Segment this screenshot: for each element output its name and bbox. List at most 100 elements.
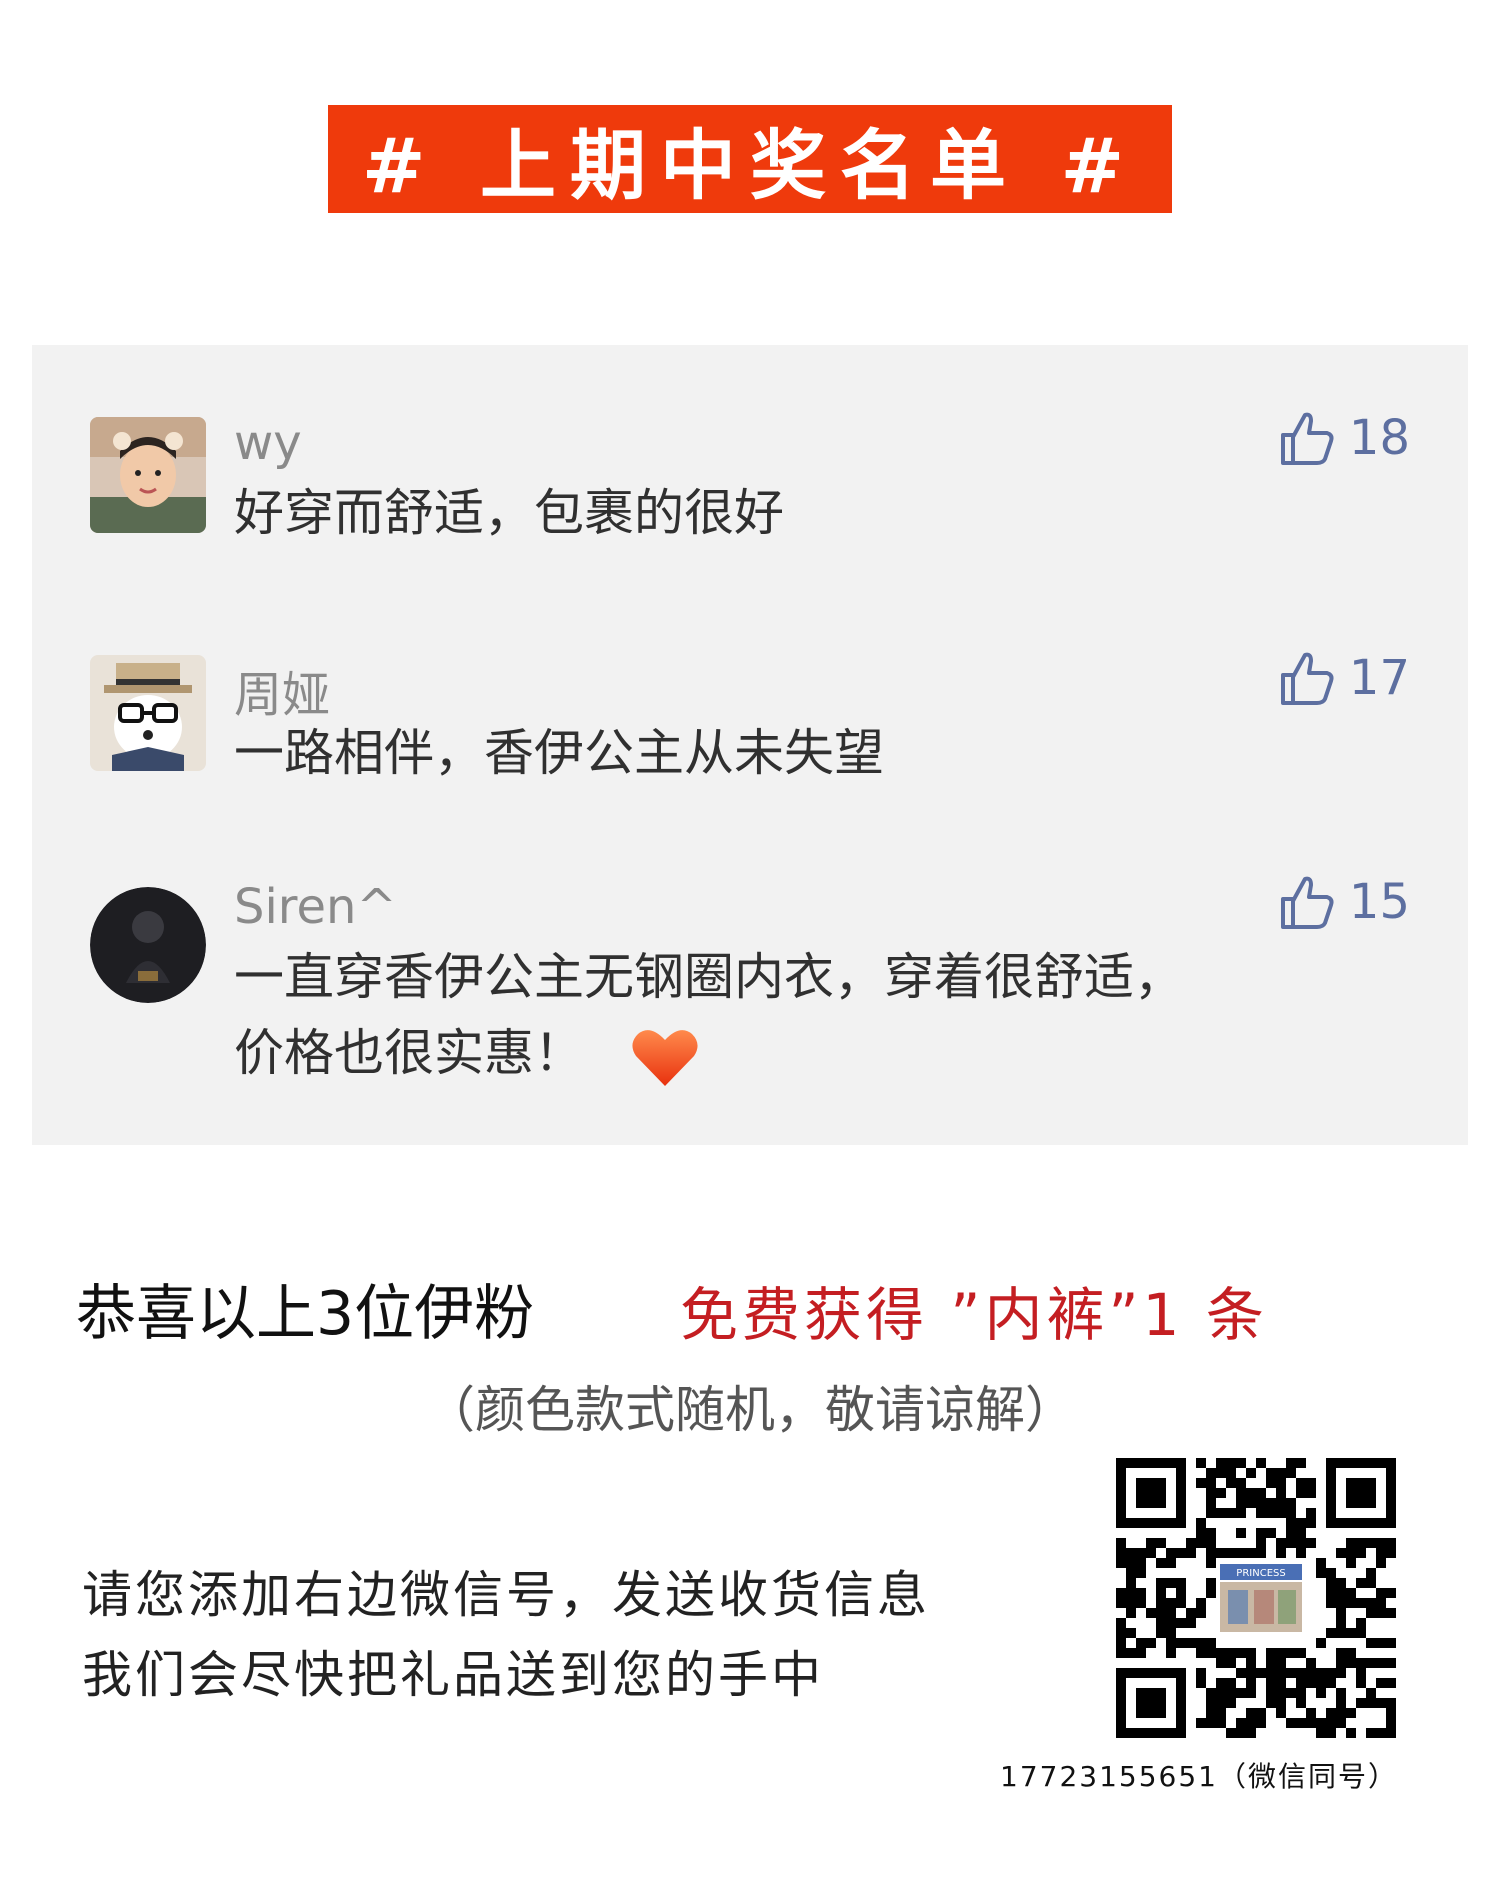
comment-item: Siren^ 一直穿香伊公主无钢圈内衣，穿着很舒适， 价格也很实惠！ 15: [32, 825, 1468, 1145]
qr-module: [1296, 1698, 1306, 1708]
qr-module: [1356, 1538, 1366, 1548]
qr-module: [1226, 1648, 1236, 1658]
qr-module: [1386, 1678, 1396, 1688]
qr-module: [1246, 1668, 1256, 1678]
qr-module: [1226, 1698, 1236, 1708]
boy-avatar-icon: [90, 417, 206, 533]
qr-module: [1386, 1698, 1396, 1708]
instruction-line: 请您添加右边微信号，发送收货信息: [82, 1566, 930, 1624]
qr-module: [1386, 1548, 1396, 1558]
avatar[interactable]: [90, 417, 206, 533]
wechat-qr-code[interactable]: PRINCESS: [1116, 1458, 1396, 1738]
qr-module: [1346, 1658, 1356, 1668]
qr-module: [1126, 1628, 1136, 1638]
qr-module: [1176, 1638, 1186, 1648]
qr-module: [1246, 1728, 1256, 1738]
qr-module: [1146, 1638, 1156, 1648]
qr-module: [1326, 1728, 1336, 1738]
qr-module: [1286, 1648, 1296, 1658]
qr-module: [1256, 1708, 1266, 1718]
thumbs-up-icon: [1280, 876, 1334, 929]
qr-module: [1346, 1598, 1356, 1608]
qr-module: [1226, 1728, 1236, 1738]
qr-module: [1166, 1648, 1176, 1658]
qr-module: [1216, 1488, 1226, 1498]
like-button[interactable]: 18: [1277, 409, 1410, 467]
qr-module: [1336, 1548, 1346, 1558]
qr-module: [1196, 1678, 1206, 1688]
qr-module: [1316, 1668, 1326, 1678]
qr-module: [1296, 1668, 1306, 1678]
qr-module: [1316, 1718, 1326, 1728]
qr-module: [1136, 1548, 1146, 1558]
qr-module: [1206, 1488, 1216, 1498]
qr-module: [1256, 1528, 1266, 1538]
like-button[interactable]: 15: [1277, 873, 1410, 931]
qr-module: [1206, 1468, 1216, 1478]
qr-module: [1136, 1558, 1146, 1568]
qr-module: [1206, 1558, 1216, 1568]
qr-module: [1186, 1548, 1196, 1558]
like-button[interactable]: 17: [1277, 649, 1410, 707]
qr-module: [1156, 1578, 1166, 1588]
qr-module: [1206, 1498, 1216, 1508]
qr-module: [1276, 1698, 1286, 1708]
qr-module: [1356, 1698, 1366, 1708]
qr-module: [1246, 1708, 1256, 1718]
congrats-text: 恭喜以上3位伊粉: [76, 1279, 535, 1349]
qr-module: [1276, 1478, 1286, 1488]
qr-module: [1276, 1488, 1286, 1498]
qr-module: [1246, 1648, 1256, 1658]
qr-module: [1246, 1688, 1256, 1698]
like-count: 15: [1348, 874, 1410, 930]
comment-username[interactable]: wy: [234, 415, 302, 471]
qr-module: [1206, 1508, 1216, 1518]
qr-module: [1236, 1648, 1246, 1658]
qr-module: [1266, 1468, 1276, 1478]
qr-module: [1366, 1658, 1376, 1668]
prize-note: （颜色款式随机，敬请谅解）: [425, 1381, 1075, 1439]
avatar[interactable]: [90, 887, 206, 1003]
qr-module: [1356, 1578, 1366, 1588]
qr-module: [1316, 1678, 1326, 1688]
qr-module: [1126, 1548, 1136, 1558]
qr-module: [1376, 1698, 1386, 1708]
qr-module: [1326, 1678, 1336, 1688]
qr-module: [1326, 1578, 1336, 1588]
qr-module: [1336, 1648, 1346, 1658]
qr-module: [1226, 1478, 1236, 1488]
qr-module: [1346, 1548, 1356, 1558]
qr-module: [1306, 1718, 1316, 1728]
qr-module: [1286, 1498, 1296, 1508]
qr-module: [1116, 1538, 1126, 1548]
qr-module: [1186, 1618, 1196, 1628]
qr-module: [1126, 1598, 1136, 1608]
qr-module: [1126, 1608, 1136, 1618]
like-count: 18: [1348, 410, 1410, 466]
qr-module: [1196, 1638, 1206, 1648]
qr-module: [1296, 1718, 1306, 1728]
qr-module: [1336, 1598, 1346, 1608]
comment-username[interactable]: Siren^: [234, 879, 397, 935]
qr-module: [1236, 1548, 1246, 1558]
qr-module: [1206, 1478, 1216, 1488]
comment-text-line: 价格也很实惠！: [234, 1015, 1404, 1091]
avatar[interactable]: [90, 655, 206, 771]
dog-avatar-icon: [90, 655, 206, 771]
qr-module: [1266, 1508, 1276, 1518]
qr-module: [1296, 1458, 1306, 1468]
qr-module: [1266, 1648, 1276, 1658]
qr-module: [1126, 1588, 1136, 1598]
qr-module: [1236, 1728, 1246, 1738]
qr-module: [1166, 1558, 1176, 1568]
qr-module: [1296, 1548, 1306, 1558]
qr-module: [1236, 1508, 1246, 1518]
qr-module: [1366, 1568, 1376, 1578]
qr-module: [1226, 1508, 1236, 1518]
qr-module: [1236, 1668, 1246, 1678]
qr-module: [1386, 1728, 1396, 1738]
qr-module: [1326, 1588, 1336, 1598]
qr-module: [1326, 1568, 1336, 1578]
qr-module: [1366, 1688, 1376, 1698]
qr-module: [1256, 1458, 1266, 1468]
